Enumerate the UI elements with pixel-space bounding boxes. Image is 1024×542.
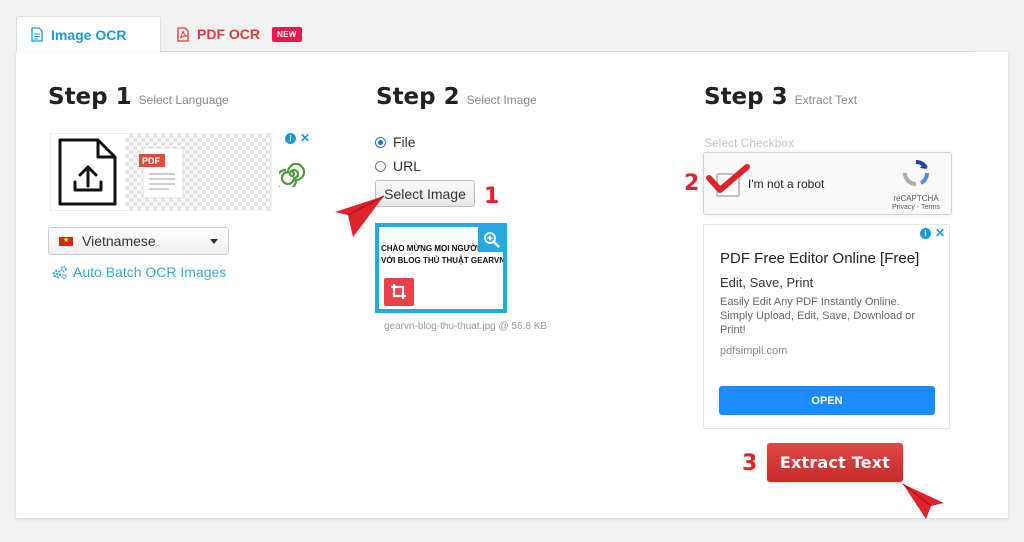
recaptcha-logo: reCAPTCHA Privacy - Terms (891, 159, 941, 211)
recaptcha-brand: reCAPTCHA (893, 194, 939, 203)
file-info: gearvn-blog-thu-thuat.jpg @ 56.8 KB (384, 321, 548, 332)
tab-bar: Image OCR PDF OCR NEW (16, 16, 316, 52)
ad-close-icon[interactable]: ✕ (935, 227, 945, 239)
language-value: Vietnamese (82, 233, 156, 249)
zoom-button[interactable] (478, 227, 503, 252)
recaptcha-label: I'm not a robot (748, 177, 825, 191)
spiral-logo-icon (279, 162, 305, 187)
radio-file-button[interactable] (375, 136, 386, 148)
annotation-number-1: 1 (484, 184, 500, 209)
gears-icon (52, 265, 67, 279)
recaptcha-icon (903, 160, 929, 186)
pdf-file-icon (177, 26, 189, 42)
annotation-checkmark-icon (706, 164, 750, 193)
ad-domain: pdfsimpli.com (720, 345, 788, 357)
ad-info-icon[interactable]: i (285, 133, 296, 144)
ad-choices[interactable]: i ✕ (919, 227, 945, 239)
ad-close-icon[interactable]: ✕ (300, 132, 310, 144)
annotation-number-2: 2 (684, 171, 700, 196)
annotation-arrow-pointer-icon (335, 195, 385, 237)
tab-pdf-ocr[interactable]: PDF OCR NEW (161, 16, 316, 52)
document-icon (31, 27, 43, 42)
tab-image-ocr[interactable]: Image OCR (16, 16, 161, 52)
auto-batch-ocr-link[interactable]: Auto Batch OCR Images (51, 264, 226, 280)
extract-text-button[interactable]: Extract Text (767, 443, 903, 482)
step2-heading: Step 2 Select Image (376, 84, 537, 110)
step3-subtitle: Extract Text (794, 93, 858, 107)
step1-title: Step 1 (48, 84, 132, 110)
select-image-button[interactable]: Select Image (375, 180, 475, 207)
step1-subtitle: Select Language (138, 93, 229, 107)
zoom-in-icon (483, 231, 500, 248)
vietnam-flag-icon (59, 236, 73, 246)
annotation-arrow-pointer-icon (902, 483, 944, 519)
pdf-document-icon: PDF (125, 134, 198, 210)
ad-body: Easily Edit Any PDF Instantly Online. Si… (720, 296, 916, 336)
tab-pdf-ocr-label: PDF OCR (197, 26, 260, 42)
tab-image-ocr-label: Image OCR (51, 26, 127, 43)
ad-title[interactable]: PDF Free Editor Online [Free] (720, 250, 919, 267)
new-badge: NEW (272, 26, 302, 42)
crop-icon (391, 284, 406, 299)
ad-choices-inner: i ✕ (919, 227, 945, 239)
upload-file-icon (51, 134, 125, 210)
ad-background-tile (198, 134, 271, 210)
auto-batch-ocr-label: Auto Batch OCR Images (73, 264, 227, 280)
ad-info-icon[interactable]: i (919, 228, 931, 239)
ad-choices[interactable]: i ✕ (285, 132, 310, 144)
ad-open-button[interactable]: OPEN (719, 386, 935, 415)
step3-heading: Step 3 Extract Text (704, 84, 857, 110)
radio-file[interactable]: File (375, 134, 416, 150)
radio-url-label: URL (393, 158, 422, 174)
radio-url-button[interactable] (375, 160, 386, 172)
pdf-ad-badge: PDF (142, 156, 160, 166)
step2-subtitle: Select Image (466, 93, 537, 107)
image-preview: CHÀO MỪNG MỌI NGƯỜI ĐẾN VỚI BLOG THỦ THU… (375, 223, 507, 313)
image-ad-banner[interactable]: PDF (50, 133, 272, 211)
pdf-editor-ad[interactable]: i ✕ PDF Free Editor Online [Free] Edit, … (703, 224, 950, 429)
ad-subtitle: Edit, Save, Print (720, 275, 814, 290)
crop-button[interactable] (384, 278, 414, 306)
radio-url[interactable]: URL (375, 158, 421, 174)
step3-title: Step 3 (704, 84, 788, 110)
annotation-number-3: 3 (742, 451, 758, 476)
language-select[interactable]: Vietnamese (48, 227, 229, 255)
chevron-down-icon (210, 238, 218, 244)
step1-heading: Step 1 Select Language (48, 84, 229, 110)
radio-file-label: File (393, 134, 416, 150)
select-checkbox-label: Select Checkbox (704, 136, 795, 150)
step2-title: Step 2 (376, 84, 460, 110)
recaptcha-privacy-terms[interactable]: Privacy - Terms (891, 204, 941, 211)
